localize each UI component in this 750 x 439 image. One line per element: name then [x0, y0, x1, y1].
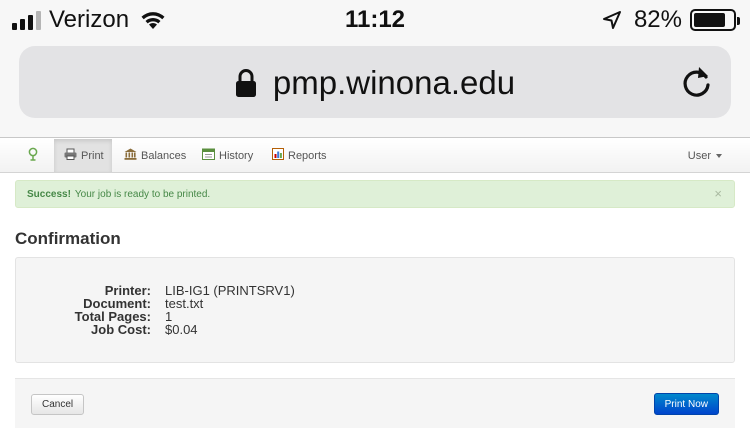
printer-icon [64, 148, 77, 163]
address-bar[interactable]: pmp.winona.edu [19, 46, 731, 118]
location-arrow-icon [602, 10, 634, 30]
page-title: Confirmation [15, 229, 121, 248]
nav-item-history[interactable]: History [202, 139, 253, 172]
wifi-icon [139, 10, 167, 30]
battery-level-fill [694, 13, 726, 27]
detail-label: Job Cost: [91, 322, 151, 337]
form-actions-bar: Cancel Print Now [15, 378, 735, 428]
leaf-logo-icon [26, 147, 40, 164]
report-icon [272, 148, 284, 163]
detail-row-job-cost: Job Cost: $0.04 [16, 323, 736, 336]
nav-item-label: History [219, 149, 254, 162]
caret-down-icon [716, 153, 722, 158]
site-navbar: Print Balances History Reports User [0, 139, 750, 173]
alert-message: Your job is ready to be printed. [74, 188, 211, 200]
browser-toolbar: pmp.winona.edu [0, 40, 750, 138]
user-menu-label: User [687, 149, 711, 162]
cellular-signal-icon [12, 10, 41, 30]
lock-icon [235, 68, 273, 98]
close-icon[interactable]: × [714, 186, 722, 201]
reload-icon[interactable] [681, 65, 713, 99]
nav-item-balances[interactable]: Balances [124, 139, 186, 172]
nav-item-label: Reports [288, 149, 327, 162]
success-alert: Success! Your job is ready to be printed… [15, 180, 735, 208]
nav-item-print[interactable]: Print [54, 139, 112, 172]
detail-value: $0.04 [165, 322, 198, 337]
battery-percentage: 82% [633, 6, 682, 33]
ios-status-bar: Verizon 11:12 82% [0, 0, 750, 40]
user-menu-dropdown[interactable]: User [688, 139, 722, 172]
alert-strong-text: Success! [27, 188, 71, 200]
url-text: pmp.winona.edu [272, 64, 516, 101]
cancel-button[interactable]: Cancel [31, 394, 85, 415]
print-now-button[interactable]: Print Now [653, 393, 719, 415]
details-list: Printer: LIB-IG1 (PRINTSRV1) Document: t… [16, 284, 736, 336]
battery-icon [690, 9, 740, 31]
nav-item-label: Print [81, 149, 104, 162]
home-logo-link[interactable] [26, 139, 40, 172]
nav-item-label: Balances [141, 149, 187, 162]
confirmation-details-panel: Printer: LIB-IG1 (PRINTSRV1) Document: t… [15, 257, 735, 363]
bank-icon [124, 148, 137, 163]
nav-item-reports[interactable]: Reports [272, 139, 327, 172]
carrier-name: Verizon [49, 6, 130, 33]
calendar-icon [202, 148, 215, 163]
